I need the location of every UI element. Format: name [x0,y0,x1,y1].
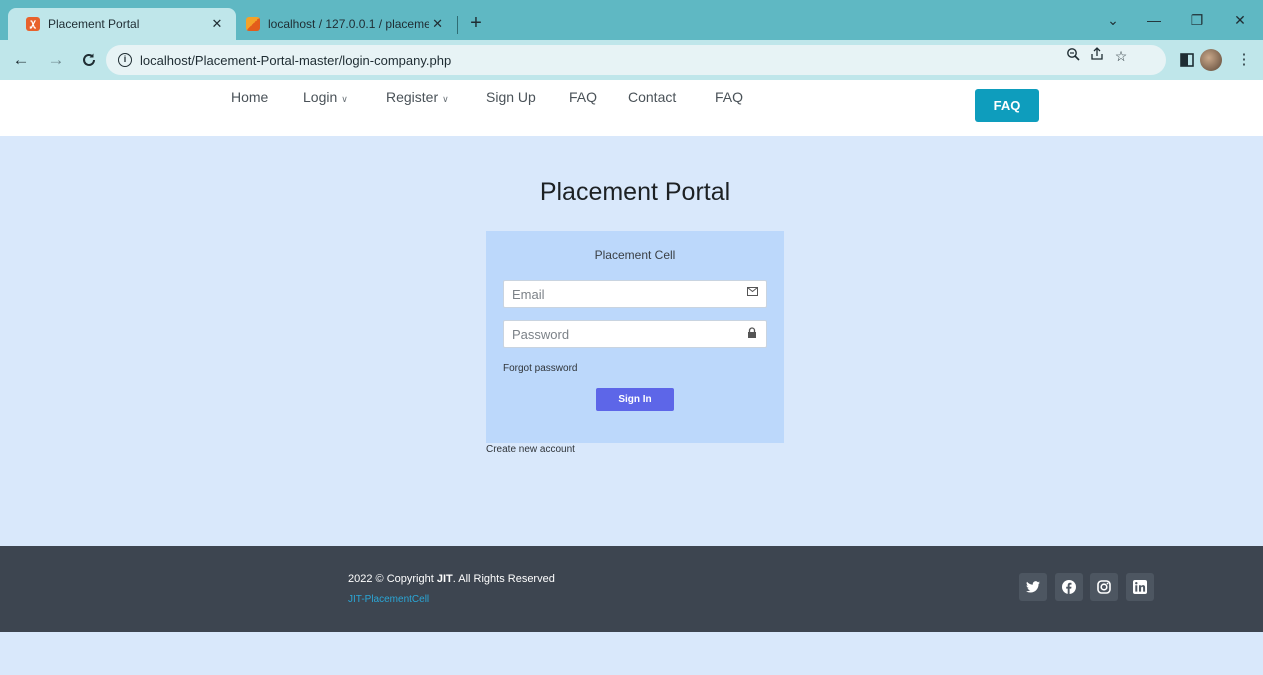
main-content: Placement Portal Placement Cell Forgot p… [0,136,1263,546]
nav-register[interactable]: Register ∨ [386,89,449,105]
chevron-down-icon: ∨ [442,94,449,104]
forgot-password-link[interactable]: Forgot password [503,363,577,374]
tab-title: localhost / 127.0.0.1 / placement [268,17,430,31]
restore-button[interactable]: ❐ [1179,8,1215,32]
instagram-icon[interactable] [1090,573,1118,601]
password-field-wrapper [503,320,767,348]
linkedin-icon[interactable] [1126,573,1154,601]
nav-login[interactable]: Login ∨ [303,89,348,105]
password-input[interactable] [504,321,734,347]
nav-faq[interactable]: FAQ [569,89,597,105]
email-field-wrapper [503,280,767,308]
tab-phpmyadmin[interactable]: localhost / 127.0.0.1 / placement ✕ [236,8,456,40]
bookmark-star-icon[interactable]: ☆ [1112,47,1130,65]
profile-avatar[interactable] [1200,49,1222,71]
copyright-text: 2022 © Copyright JIT. All Rights Reserve… [348,573,555,585]
placement-cell-link[interactable]: JIT-PlacementCell [348,594,429,605]
sign-in-button[interactable]: Sign In [596,388,674,411]
back-arrow-icon[interactable]: ← [10,49,32,71]
tab-divider [457,16,458,34]
page-title: Placement Portal [539,178,731,206]
nav-home[interactable]: Home [231,89,268,105]
reload-icon[interactable] [78,49,100,71]
minimize-button[interactable]: — [1136,8,1172,32]
side-panel-icon[interactable] [1176,49,1198,71]
lock-icon [746,327,758,339]
url-text: localhost/Placement-Portal-master/login-… [140,52,452,68]
page-bottom [0,632,1263,675]
tab-placement-portal[interactable]: ꭕ Placement Portal ✕ [8,8,236,40]
site-header: Home Login ∨ Register ∨ Sign Up FAQ Contac… [0,80,1263,136]
create-account-link[interactable]: Create new account [486,444,575,455]
phpmyadmin-icon [246,17,260,31]
close-icon[interactable]: ✕ [429,16,446,32]
chevron-down-icon: ∨ [341,94,348,104]
tab-search-button[interactable]: ⌄ [1095,8,1131,32]
address-bar[interactable]: i localhost/Placement-Portal-master/logi… [106,45,1166,75]
faq-button[interactable]: FAQ [975,89,1039,122]
new-tab-button[interactable]: + [464,12,488,36]
close-icon[interactable]: ✕ [208,16,226,32]
nav-faq-2[interactable]: FAQ [715,89,743,105]
tab-title: Placement Portal [48,17,140,31]
envelope-icon [746,287,758,299]
card-heading: Placement Cell [594,248,676,262]
nav-contact[interactable]: Contact [628,89,676,105]
xampp-icon: ꭕ [26,17,40,31]
info-icon[interactable]: i [118,53,132,67]
menu-kebab-icon[interactable]: ⋮ [1233,49,1255,71]
browser-toolbar: ← → i localhost/Placement-Portal-master/… [0,40,1263,80]
zoom-icon[interactable] [1064,47,1082,65]
nav-sign-up[interactable]: Sign Up [486,89,536,105]
site-footer: 2022 © Copyright JIT. All Rights Reserve… [0,546,1263,632]
share-icon[interactable] [1088,47,1106,65]
twitter-icon[interactable] [1019,573,1047,601]
browser-tab-strip: ꭕ Placement Portal ✕ localhost / 127.0.0… [0,0,1263,40]
facebook-icon[interactable] [1055,573,1083,601]
email-input[interactable] [504,281,734,307]
window-close-button[interactable]: ✕ [1222,8,1258,32]
login-card: Placement Cell Forgot password Sign In [486,231,784,443]
forward-arrow-icon[interactable]: → [45,49,67,71]
